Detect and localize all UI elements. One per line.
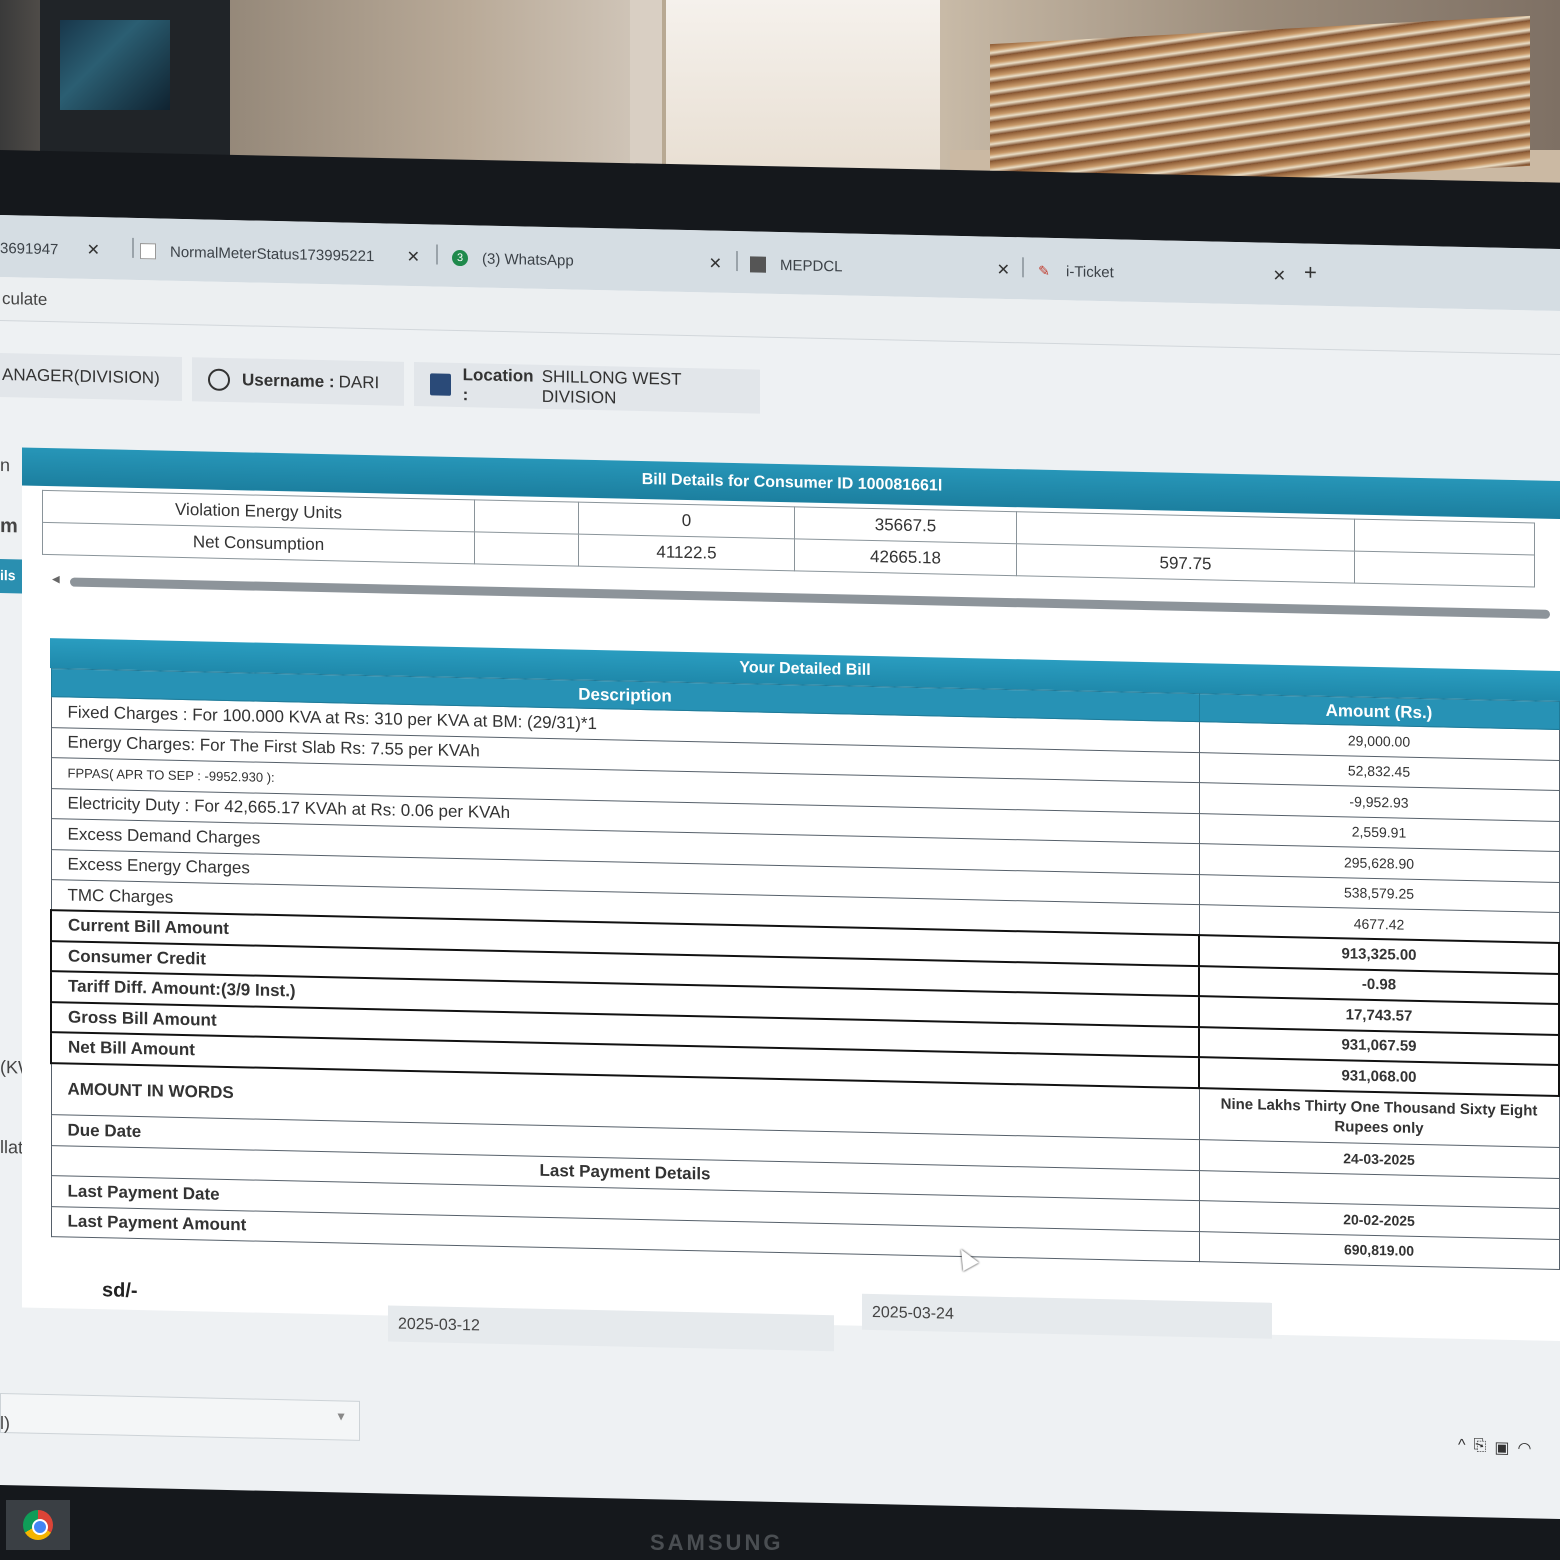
monitor-brand: SAMSUNG xyxy=(650,1530,784,1555)
sidebar-tab[interactable]: ils xyxy=(0,559,22,594)
cell: 41122.5 xyxy=(578,534,795,571)
window-curtain xyxy=(630,0,940,190)
network-icon[interactable]: ⎘ xyxy=(1474,1437,1487,1457)
signature: sd/- xyxy=(102,1279,138,1303)
tab-1[interactable]: 3691947 ✕ xyxy=(0,231,100,267)
cell xyxy=(1354,551,1535,587)
cell xyxy=(474,531,579,567)
tab-3[interactable]: 3 (3) WhatsApp ✕ xyxy=(452,241,722,281)
date-input[interactable]: 2025-03-24 xyxy=(862,1293,1272,1339)
tab-label: i-Ticket xyxy=(1066,262,1114,281)
wall-picture xyxy=(40,0,230,160)
cell: 35667.5 xyxy=(794,506,1017,544)
tab-2[interactable]: NormalMeterStatus173995221 ✕ xyxy=(140,234,420,274)
doc-icon xyxy=(140,243,156,260)
tab-separator xyxy=(132,237,134,258)
username-label: Username : xyxy=(242,370,335,392)
whatsapp-icon: 3 xyxy=(452,249,468,267)
tab-separator xyxy=(736,251,738,272)
bill-table: Description Amount (Rs.) Fixed Charges :… xyxy=(50,668,1560,1270)
tab-label: 3691947 xyxy=(0,239,59,258)
chrome-icon xyxy=(23,1510,53,1540)
scroll-thumb[interactable] xyxy=(70,577,1550,619)
tab-label: (3) WhatsApp xyxy=(482,250,574,270)
role-pill: ANAGER(DIVISION) xyxy=(0,353,182,401)
chevron-up-icon[interactable]: ^ xyxy=(1458,1437,1466,1457)
cell xyxy=(1354,519,1535,555)
tab-separator xyxy=(436,244,438,265)
scroll-left-icon[interactable]: ◀ xyxy=(52,574,60,585)
system-tray: ^ ⎘ ▣ ◠ xyxy=(1458,1437,1531,1459)
wifi-icon[interactable]: ◠ xyxy=(1517,1438,1531,1458)
new-tab-button[interactable]: + xyxy=(1304,259,1317,285)
location-label: Location : xyxy=(462,365,534,405)
sidebar-fragment: m xyxy=(0,515,18,538)
location-pill: Location : SHILLONG WEST DIVISION xyxy=(414,362,760,414)
last-payment-amount: 690,819.00 xyxy=(1199,1231,1559,1270)
cell: 597.75 xyxy=(1016,543,1355,584)
cell: 42665.18 xyxy=(794,538,1017,576)
location-value: SHILLONG WEST DIVISION xyxy=(541,366,682,408)
tab-4[interactable]: MEPDCL ✕ xyxy=(750,247,1010,287)
ticket-icon: ✎ xyxy=(1038,262,1050,279)
browser-screen: 3691947 ✕ NormalMeterStatus173995221 ✕ 3… xyxy=(0,215,1560,1520)
close-icon[interactable]: ✕ xyxy=(1273,266,1286,286)
tab-separator xyxy=(1022,257,1024,278)
cell: 0 xyxy=(578,502,795,539)
tab-label: NormalMeterStatus173995221 xyxy=(170,243,375,265)
username-pill: Username : DARI xyxy=(192,357,404,406)
close-icon[interactable]: ✕ xyxy=(997,260,1010,280)
tab-5[interactable]: ✎ i-Ticket ✕ xyxy=(1036,254,1286,293)
chevron-down-icon[interactable]: ▼ xyxy=(335,1409,347,1423)
building-icon xyxy=(430,373,451,396)
dropdown-select[interactable]: ▼ xyxy=(0,1393,360,1441)
file-stack xyxy=(990,15,1530,195)
detailed-bill: Your Detailed Bill Description Amount (R… xyxy=(50,638,1560,1270)
close-icon[interactable]: ✕ xyxy=(407,247,420,267)
cell xyxy=(474,499,579,535)
role-text: ANAGER(DIVISION) xyxy=(2,365,160,388)
chrome-taskbar-button[interactable] xyxy=(6,1500,70,1550)
close-icon[interactable]: ✕ xyxy=(87,240,100,260)
bill-panel: Bill Details for Consumer ID 100081661l … xyxy=(22,447,1560,1342)
user-icon xyxy=(208,368,230,392)
sidebar-fragment: l) xyxy=(0,1413,10,1434)
sidebar-fragment: n xyxy=(0,455,11,476)
close-icon[interactable]: ✕ xyxy=(709,253,722,273)
address-text: culate xyxy=(2,289,48,310)
username-value: DARI xyxy=(338,372,380,393)
display-icon[interactable]: ▣ xyxy=(1494,1438,1509,1458)
mepdcl-icon xyxy=(750,256,766,273)
amount-in-words: Nine Lakhs Thirty One Thousand Sixty Eig… xyxy=(1199,1087,1559,1148)
tab-label: MEPDCL xyxy=(780,256,843,275)
